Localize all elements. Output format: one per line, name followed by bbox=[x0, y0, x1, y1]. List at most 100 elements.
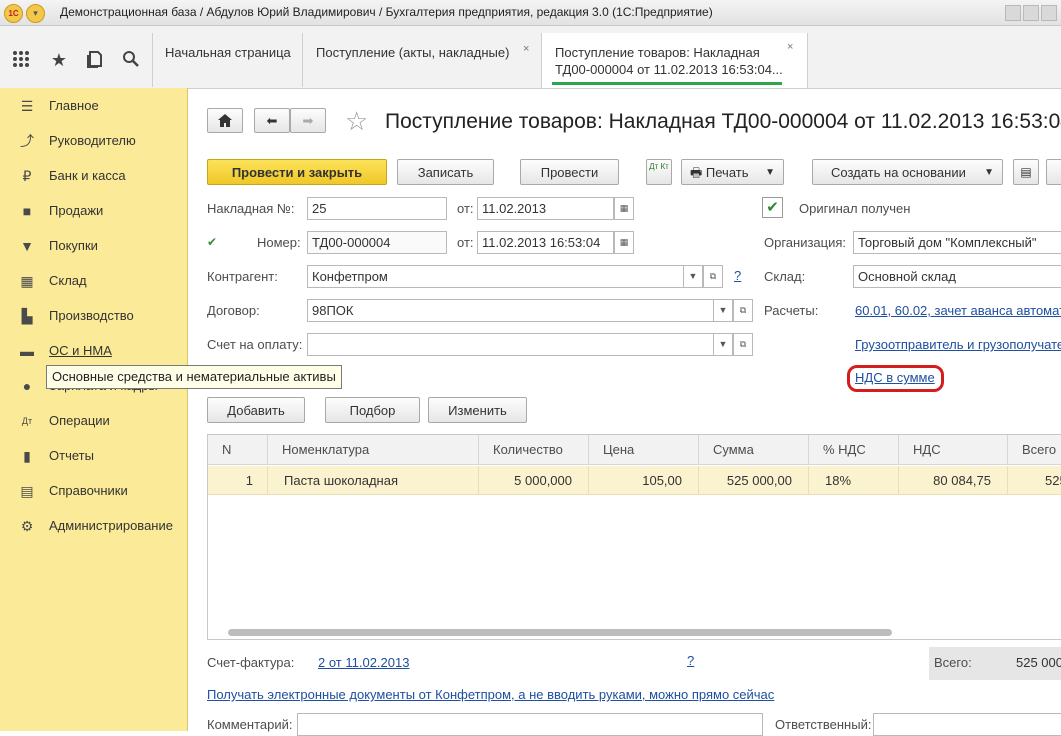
column-header[interactable]: Сумма bbox=[699, 435, 809, 465]
goods-table[interactable]: N Номенклатура Количество Цена Сумма % Н… bbox=[207, 434, 1061, 640]
cell-item[interactable]: Паста шоколадная bbox=[268, 466, 479, 495]
open-icon[interactable]: ⧉ bbox=[703, 265, 723, 288]
sidebar-item-warehouse[interactable]: ▦ Склад bbox=[0, 267, 186, 297]
tab-home[interactable]: Начальная страница bbox=[152, 33, 302, 87]
cell-vat-rate[interactable]: 18% bbox=[809, 466, 899, 495]
horizontal-scrollbar[interactable] bbox=[228, 629, 892, 636]
calendar-icon[interactable]: ▦ bbox=[614, 197, 634, 220]
sidebar-item-fixed-assets[interactable]: ▬ ОС и НМА bbox=[0, 337, 186, 367]
settlements-link[interactable]: 60.01, 60.02, зачет аванса автоматически bbox=[855, 303, 1061, 318]
shipper-consignee-link[interactable]: Грузоотправитель и грузополучатель bbox=[855, 337, 1061, 352]
highlight-oval bbox=[847, 365, 944, 392]
minimize-icon[interactable] bbox=[1005, 5, 1021, 21]
invoice-no-field[interactable]: 25 bbox=[307, 197, 447, 220]
change-button[interactable]: Изменить bbox=[428, 397, 527, 423]
truck-icon: ▬ bbox=[20, 343, 34, 359]
favorites-star-icon[interactable]: ★ bbox=[48, 50, 70, 71]
invoice-link[interactable]: 2 от 11.02.2013 bbox=[318, 655, 409, 670]
column-header[interactable]: НДС bbox=[899, 435, 1008, 465]
column-header[interactable]: % НДС bbox=[809, 435, 899, 465]
open-icon[interactable]: ⧉ bbox=[733, 333, 753, 356]
tab-close-icon[interactable]: × bbox=[787, 41, 793, 53]
cell-total[interactable]: 525 000,00 bbox=[1008, 466, 1061, 495]
warehouse-icon: ▦ bbox=[20, 273, 34, 289]
sidebar-item-references[interactable]: ▤ Справочники bbox=[0, 477, 186, 507]
number-field[interactable]: ТД00-000004 bbox=[307, 231, 447, 254]
report-button[interactable]: ▤ bbox=[1013, 159, 1039, 185]
books-icon: ▤ bbox=[20, 483, 34, 499]
from-label: от: bbox=[457, 201, 474, 216]
favorite-star-icon[interactable]: ☆ bbox=[345, 106, 368, 137]
cell-qty[interactable]: 5 000,000 bbox=[479, 466, 589, 495]
history-icon[interactable] bbox=[84, 50, 106, 73]
sidebar-item-bank[interactable]: ₽ Банк и касса bbox=[0, 162, 186, 192]
main-menu-icon[interactable]: ▾ bbox=[26, 4, 45, 23]
dropdown-arrow-icon[interactable]: ▼ bbox=[683, 265, 703, 288]
open-icon[interactable]: ⧉ bbox=[733, 299, 753, 322]
tab-receipts-list-label: Поступление (акты, накладные) bbox=[316, 45, 510, 60]
comment-field[interactable] bbox=[297, 713, 763, 736]
posted-status-icon: ✔ bbox=[207, 235, 218, 249]
column-header[interactable]: Номенклатура bbox=[268, 435, 479, 465]
post-button[interactable]: Провести bbox=[520, 159, 619, 185]
sidebar-item-manager[interactable]: ⤴ Руководителю bbox=[0, 127, 186, 157]
cell-vat[interactable]: 80 084,75 bbox=[899, 466, 1008, 495]
sidebar-item-reports[interactable]: ▮ Отчеты bbox=[0, 442, 186, 472]
help-icon[interactable]: ? bbox=[687, 653, 694, 668]
shopping-bag-icon: ■ bbox=[22, 203, 32, 219]
invoice-no-label: Накладная №: bbox=[207, 201, 295, 216]
create-based-on-button[interactable]: Создать на основании ▼ bbox=[812, 159, 1003, 185]
dropdown-arrow-icon[interactable]: ▼ bbox=[713, 299, 733, 322]
sidebar-item-label: Руководителю bbox=[49, 133, 136, 148]
sidebar-item-main[interactable]: ☰ Главное bbox=[0, 92, 186, 122]
tab-close-icon[interactable]: × bbox=[523, 43, 529, 55]
counterparty-field[interactable]: Конфетпром bbox=[307, 265, 703, 288]
print-button[interactable]: 🖶 Печать ▼ bbox=[681, 159, 784, 185]
back-button[interactable]: ⬅ bbox=[254, 108, 290, 133]
original-received-checkbox[interactable]: ✔ bbox=[762, 197, 783, 218]
close-window-icon[interactable] bbox=[1041, 5, 1057, 21]
payment-account-field[interactable] bbox=[307, 333, 733, 356]
column-header[interactable]: Цена bbox=[589, 435, 699, 465]
sidebar-item-label: Банк и касса bbox=[49, 168, 126, 183]
settlements-label: Расчеты: bbox=[764, 303, 819, 318]
save-button[interactable]: Записать bbox=[397, 159, 494, 185]
sidebar-item-admin[interactable]: ⚙ Администрирование bbox=[0, 512, 186, 542]
responsible-field[interactable] bbox=[873, 713, 1061, 736]
sections-sidebar: ☰ Главное ⤴ Руководителю ₽ Банк и касса … bbox=[0, 88, 188, 731]
person-icon: ● bbox=[22, 378, 32, 394]
help-icon[interactable]: ? bbox=[734, 268, 741, 283]
search-icon[interactable] bbox=[120, 50, 142, 73]
cell-n[interactable]: 1 bbox=[208, 466, 268, 495]
add-row-button[interactable]: Добавить bbox=[207, 397, 305, 423]
comment-label: Комментарий: bbox=[207, 717, 293, 732]
dropdown-arrow-icon: ▼ bbox=[765, 167, 775, 178]
tab-receipts-list[interactable]: Поступление (акты, накладные) × bbox=[302, 33, 541, 87]
tab-receipt-document[interactable]: Поступление товаров: Накладная ТД00-0000… bbox=[541, 33, 808, 88]
home-button[interactable] bbox=[207, 108, 243, 133]
contract-field[interactable]: 98ПОК bbox=[307, 299, 733, 322]
column-header[interactable]: Всего bbox=[1008, 435, 1061, 465]
apps-grid-icon[interactable] bbox=[10, 50, 32, 73]
edocuments-link[interactable]: Получать электронные документы от Конфет… bbox=[207, 687, 774, 702]
cell-sum[interactable]: 525 000,00 bbox=[699, 466, 809, 495]
sidebar-item-production[interactable]: ▙ Производство bbox=[0, 302, 186, 332]
column-header[interactable]: N bbox=[208, 435, 268, 465]
sidebar-item-sales[interactable]: ■ Продажи bbox=[0, 197, 186, 227]
organization-field[interactable]: Торговый дом "Комплексный" bbox=[853, 231, 1061, 254]
calendar-icon[interactable]: ▦ bbox=[614, 231, 634, 254]
maximize-icon[interactable] bbox=[1023, 5, 1039, 21]
post-and-close-button[interactable]: Провести и закрыть bbox=[207, 159, 387, 185]
dropdown-arrow-icon[interactable]: ▼ bbox=[713, 333, 733, 356]
more-button[interactable] bbox=[1046, 159, 1061, 185]
sidebar-item-purchases[interactable]: ▼ Покупки bbox=[0, 232, 186, 262]
column-header[interactable]: Количество bbox=[479, 435, 589, 465]
invoice-date-field[interactable]: 11.02.2013 bbox=[477, 197, 614, 220]
pick-button[interactable]: Подбор bbox=[325, 397, 420, 423]
number-date-field[interactable]: 11.02.2013 16:53:04 bbox=[477, 231, 614, 254]
warehouse-field[interactable]: Основной склад bbox=[853, 265, 1061, 288]
dt-kt-postings-button[interactable]: Дт Кт bbox=[646, 159, 672, 185]
cell-price[interactable]: 105,00 bbox=[589, 466, 699, 495]
sidebar-item-operations[interactable]: Дт Операции bbox=[0, 407, 186, 437]
forward-button[interactable]: ➡ bbox=[290, 108, 326, 133]
